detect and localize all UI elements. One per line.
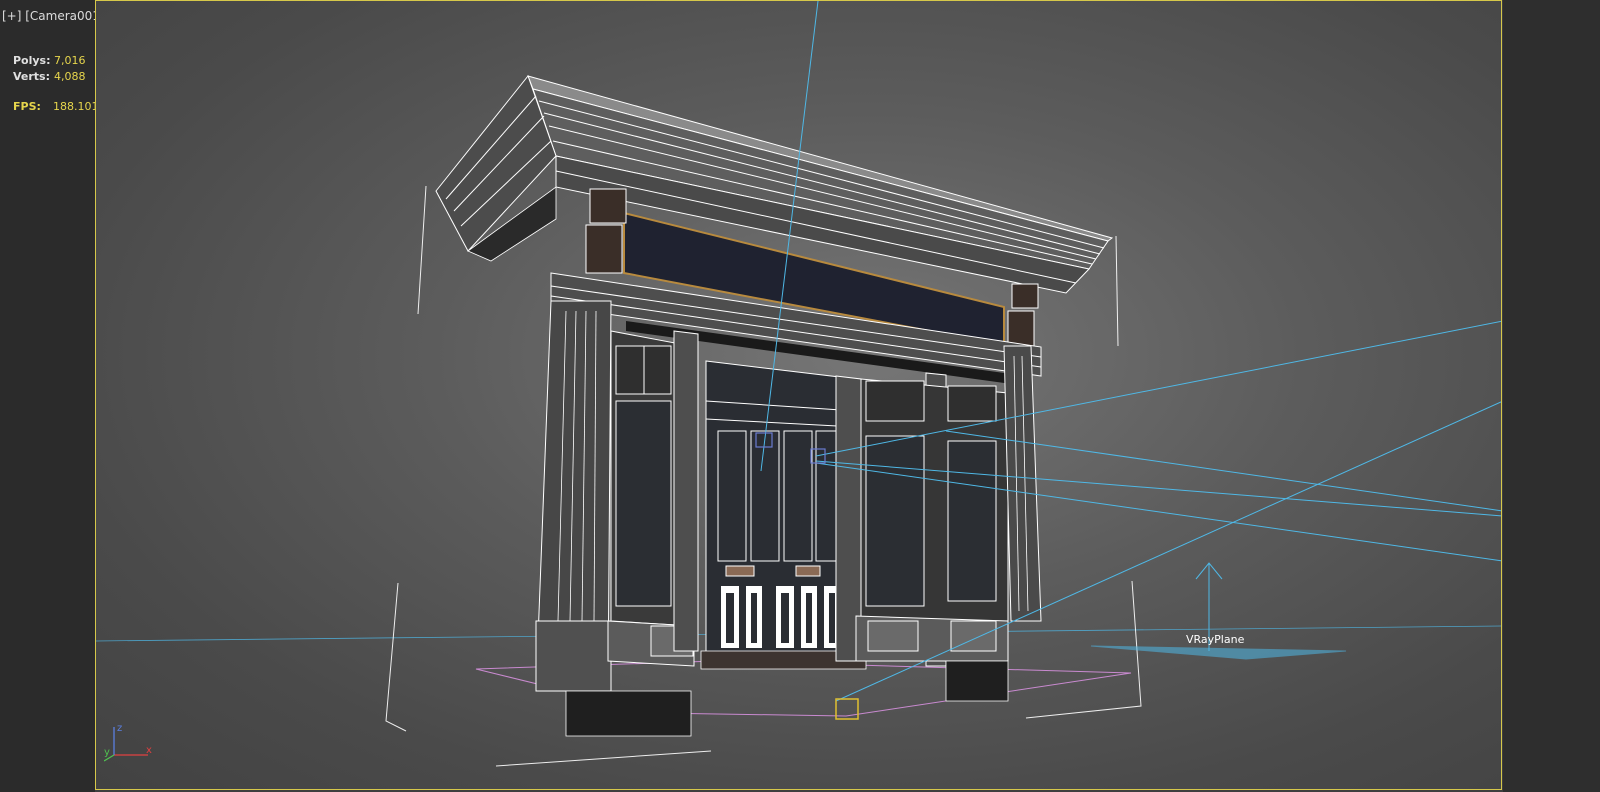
fps-counter: FPS: 188.101 <box>13 100 99 113</box>
axis-x-label: x <box>146 745 152 756</box>
axis-y-label: y <box>104 747 110 758</box>
fps-value: 188.101 <box>53 100 99 113</box>
viewport-menu-button[interactable]: [+] <box>2 9 21 23</box>
scene-statistics: Polys: 7,016 Verts: 4,088 <box>13 53 86 85</box>
building-model[interactable] <box>435 74 1114 737</box>
right-panel <box>1503 0 1600 792</box>
vray-plane-label: VRayPlane <box>1186 633 1245 646</box>
left-panel <box>0 0 95 792</box>
scene-render[interactable]: VRayPlane <box>96 1 1502 790</box>
vray-plane-light[interactable]: VRayPlane <box>1090 562 1347 660</box>
polys-row: Polys: 7,016 <box>13 53 86 69</box>
fps-label: FPS: <box>13 100 41 113</box>
verts-value: 4,088 <box>54 70 86 83</box>
viewport-label: [+] [Camera001] <box>2 9 105 23</box>
camera-viewport[interactable]: VRayPlane z y x <box>95 0 1502 790</box>
polys-value: 7,016 <box>54 54 86 67</box>
viewport-camera-label[interactable]: [Camera001] <box>25 9 104 23</box>
axis-z-label: z <box>117 723 122 734</box>
verts-label: Verts: <box>13 70 51 83</box>
axis-tripod: z y x <box>104 723 152 762</box>
verts-row: Verts: 4,088 <box>13 69 86 85</box>
polys-label: Polys: <box>13 54 51 67</box>
